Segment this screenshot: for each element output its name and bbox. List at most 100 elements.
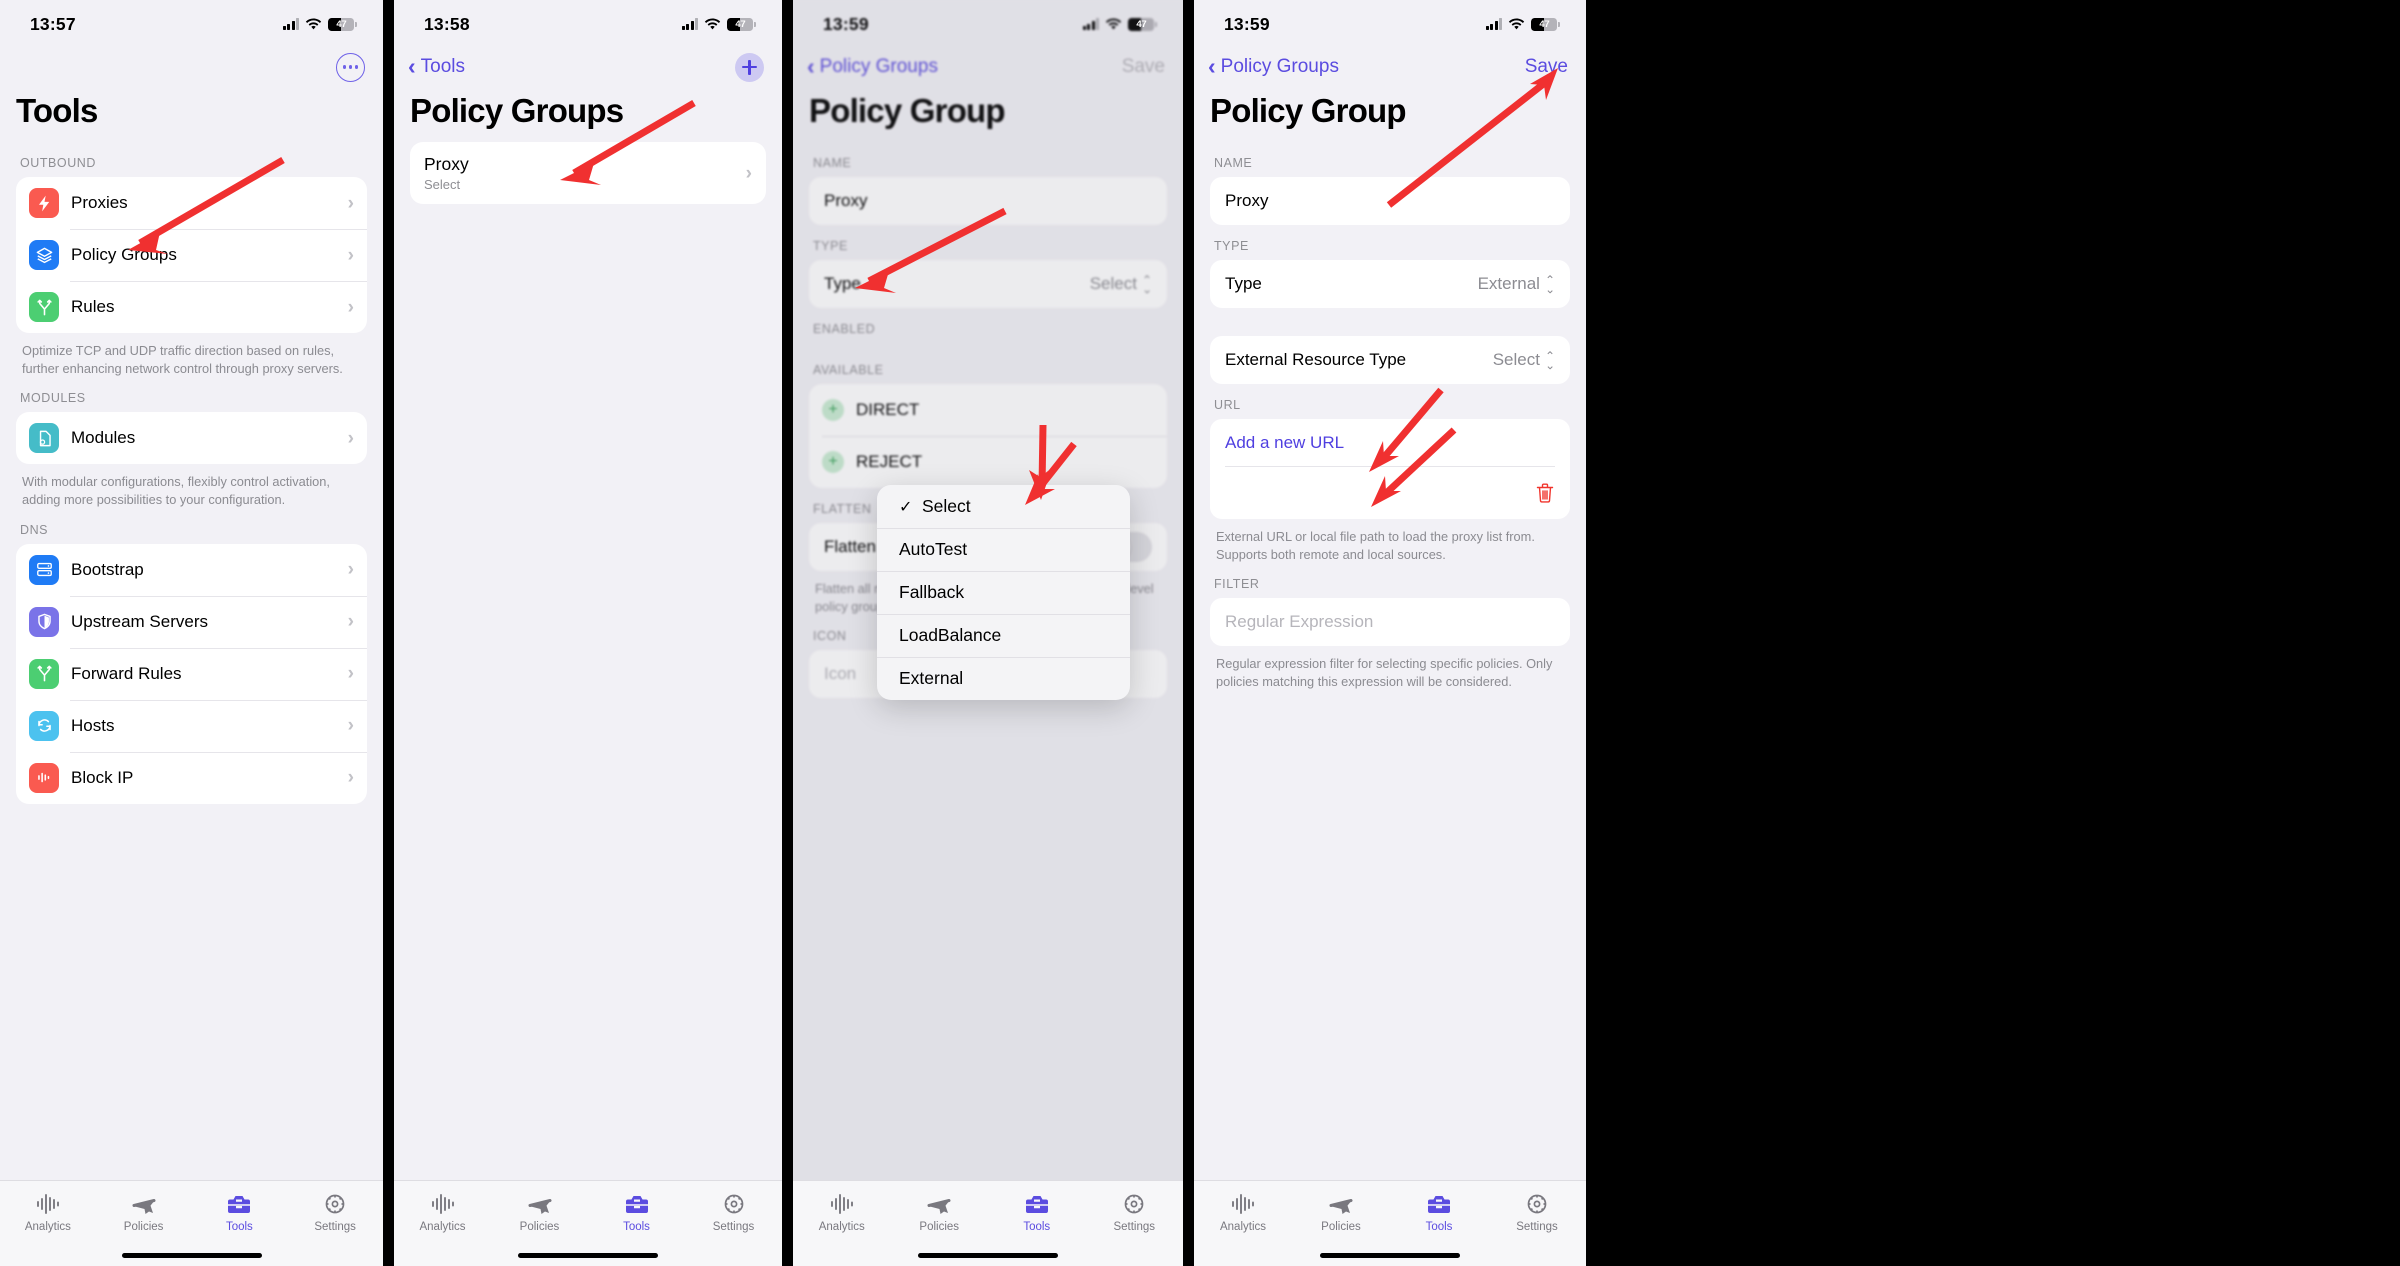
chevron-left-icon: ‹ — [1208, 52, 1216, 79]
home-indicator — [1320, 1253, 1460, 1258]
bolt-icon — [29, 188, 59, 218]
dropdown-option-autotest[interactable]: AutoTest — [877, 528, 1130, 571]
filter-footnote: Regular expression filter for selecting … — [1216, 656, 1553, 689]
row-label: Upstream Servers — [71, 611, 208, 631]
add-new-url-button[interactable]: Add a new URL — [1225, 419, 1555, 467]
document-gear-icon — [29, 423, 59, 454]
section-header-filter: FILTER — [1214, 577, 1260, 592]
sidebar-item-policy-groups[interactable]: Policy Groups › — [16, 229, 367, 281]
tab-settings[interactable]: Settings — [287, 1191, 383, 1233]
tab-tools[interactable]: Tools — [988, 1191, 1086, 1233]
tab-policies[interactable]: Policies — [491, 1191, 588, 1233]
trash-icon[interactable] — [1535, 482, 1555, 504]
status-time: 13:58 — [424, 13, 470, 34]
page-title: Tools — [16, 92, 98, 129]
section-header-name: NAME — [1214, 156, 1253, 170]
tab-policies[interactable]: Policies — [1292, 1191, 1390, 1233]
chevron-updown-icon: ⌃ ⌃ — [1544, 272, 1555, 296]
tab-bar: Analytics Policies Tools Settings — [1194, 1180, 1586, 1266]
sidebar-item-proxies[interactable]: Proxies › — [16, 177, 367, 229]
toolbox-icon — [1024, 1191, 1050, 1217]
battery-percent: 47 — [735, 18, 746, 30]
wifi-icon — [704, 18, 721, 30]
dropdown-option-loadbalance[interactable]: LoadBalance — [877, 614, 1130, 657]
dropdown-option-external[interactable]: External — [877, 657, 1130, 700]
status-bar: 13:58 47 — [394, 0, 782, 48]
row-label: Bootstrap — [71, 559, 144, 579]
tab-label: Analytics — [419, 1221, 466, 1233]
dropdown-option-fallback[interactable]: Fallback — [877, 571, 1130, 614]
modules-card: Modules › — [16, 412, 367, 465]
sidebar-item-modules[interactable]: Modules › — [16, 412, 367, 464]
row-label: Modules — [71, 428, 136, 448]
tab-tools[interactable]: Tools — [192, 1191, 288, 1233]
nav-bar — [0, 48, 383, 86]
cellular-signal-icon — [282, 18, 300, 30]
type-field[interactable]: Type External ⌃ ⌃ — [1210, 260, 1570, 308]
sidebar-item-bootstrap[interactable]: Bootstrap › — [16, 544, 367, 596]
external-resource-value-wrap: Select ⌃ ⌃ — [1493, 349, 1555, 371]
chevron-right-icon: › — [347, 611, 354, 633]
save-button[interactable]: Save — [1525, 56, 1568, 78]
back-button[interactable]: ‹ Tools — [408, 52, 465, 79]
tab-policies[interactable]: Policies — [96, 1191, 192, 1233]
sidebar-item-block-ip[interactable]: Block IP › — [16, 751, 367, 804]
status-bar: 13:57 47 — [0, 0, 383, 48]
row-label: Policy Groups — [71, 245, 177, 264]
tab-label: Tools — [225, 1221, 253, 1233]
sidebar-item-upstream-servers[interactable]: Upstream Servers › — [16, 595, 367, 648]
tab-analytics[interactable]: Analytics — [793, 1191, 891, 1233]
toolbox-icon — [1426, 1191, 1452, 1217]
back-button[interactable]: ‹ Policy Groups — [1208, 52, 1339, 79]
tab-analytics[interactable]: Analytics — [0, 1191, 96, 1233]
tab-bar: Analytics Policies Tools Settings — [0, 1180, 383, 1266]
panel-divider — [1183, 0, 1194, 1266]
sidebar-item-rules[interactable]: Rules › — [16, 281, 367, 333]
tab-analytics[interactable]: Analytics — [1194, 1191, 1292, 1233]
tab-settings[interactable]: Settings — [1488, 1191, 1586, 1233]
filter-field[interactable]: Regular Expression — [1210, 598, 1570, 647]
dns-card: Bootstrap › Upstream Servers › Forward R… — [16, 543, 367, 804]
sidebar-item-forward-rules[interactable]: Forward Rules › — [16, 647, 367, 700]
dropdown-option-label: Fallback — [899, 582, 965, 602]
name-field[interactable]: Proxy — [1210, 177, 1570, 225]
waveform-icon — [35, 1191, 61, 1217]
tab-settings[interactable]: Settings — [685, 1191, 782, 1233]
list-item[interactable]: Proxy Select › — [410, 142, 766, 204]
url-actions-row — [1225, 467, 1555, 519]
tab-label: Tools — [1023, 1221, 1051, 1233]
tab-tools[interactable]: Tools — [588, 1191, 685, 1233]
cellular-signal-icon — [681, 18, 699, 30]
filter-placeholder: Regular Expression — [1225, 612, 1374, 632]
dropdown-option-select[interactable]: ✓ Select — [877, 485, 1130, 528]
url-footnote: External URL or local file path to load … — [1216, 529, 1535, 562]
plus-icon — [742, 59, 757, 75]
tab-label: Policies — [519, 1221, 560, 1233]
toolbox-icon — [624, 1191, 650, 1217]
section-header-outbound: OUTBOUND — [20, 156, 96, 170]
url-card: Add a new URL — [1210, 419, 1570, 519]
status-indicators: 47 — [681, 17, 756, 31]
tab-policies[interactable]: Policies — [891, 1191, 989, 1233]
tab-settings[interactable]: Settings — [1086, 1191, 1184, 1233]
chevron-left-icon: ‹ — [408, 52, 416, 79]
back-label: Policy Groups — [1220, 56, 1339, 77]
dropdown-option-label: Select — [922, 496, 971, 516]
tab-analytics[interactable]: Analytics — [394, 1191, 491, 1233]
add-policy-group-button[interactable] — [735, 52, 764, 82]
external-resource-type-field[interactable]: External Resource Type Select ⌃ ⌃ — [1210, 336, 1570, 384]
status-time: 13:57 — [30, 13, 76, 34]
policy-group-form: NAME Proxy TYPE Type External ⌃ ⌃ Externa… — [1194, 142, 1586, 691]
dropdown-option-label: LoadBalance — [899, 625, 1002, 645]
sidebar-item-hosts[interactable]: Hosts › — [16, 699, 367, 752]
status-indicators: 47 — [1485, 17, 1560, 31]
list-item-title: Proxy — [424, 153, 469, 174]
more-options-icon[interactable] — [336, 52, 365, 82]
chevron-right-icon: › — [347, 767, 354, 789]
battery-percent: 47 — [336, 18, 347, 30]
airplane-icon — [1328, 1191, 1354, 1217]
tab-tools[interactable]: Tools — [1390, 1191, 1488, 1233]
nav-bar: ‹ Policy Groups Save — [1194, 48, 1586, 86]
layers-icon — [29, 240, 59, 270]
screenshot-root: 13:57 47 Tools OUTBOUND Proxies › Policy… — [0, 0, 2400, 1266]
